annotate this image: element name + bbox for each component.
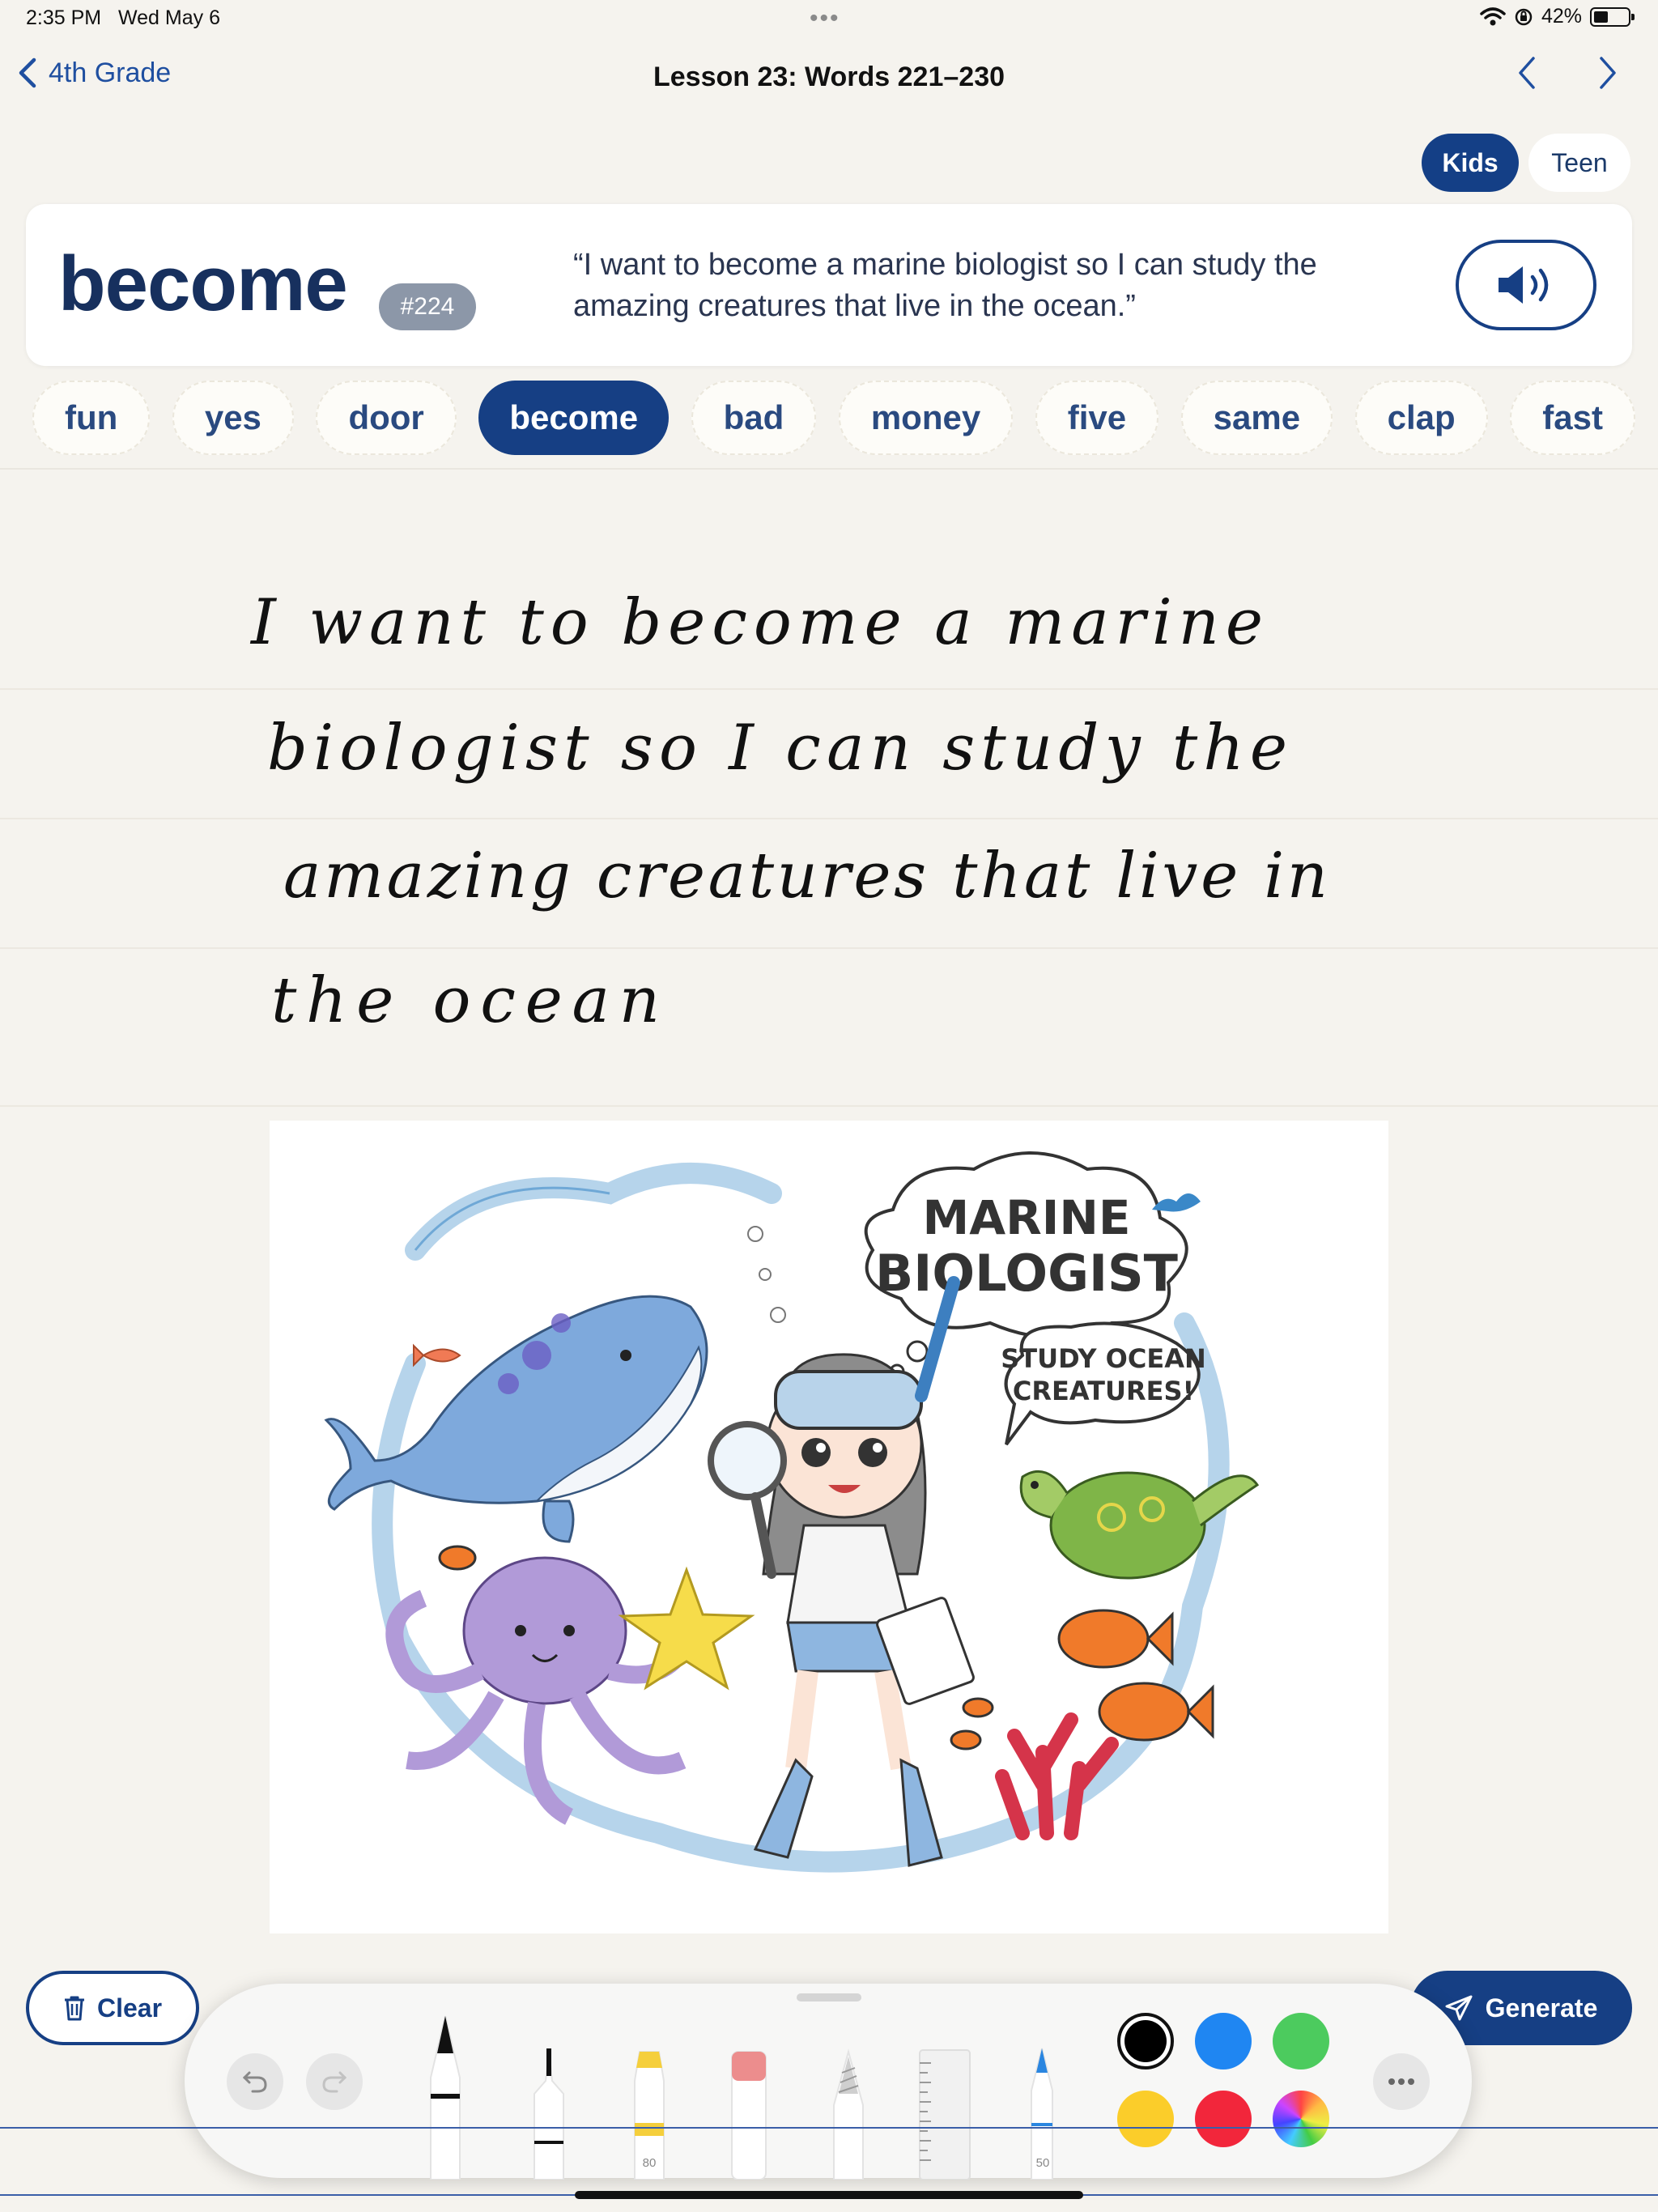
home-indicator[interactable] bbox=[575, 2191, 1083, 2199]
illustration-caption-1: STUDY OCEAN bbox=[1001, 1343, 1206, 1374]
page-title: Lesson 23: Words 221–230 bbox=[653, 62, 1005, 92]
illustration-title-1: MARINE bbox=[922, 1190, 1130, 1245]
handwriting-line: the ocean bbox=[271, 964, 660, 1037]
example-sentence: “I want to become a marine biologist so … bbox=[573, 248, 1317, 323]
color-swatch-green[interactable] bbox=[1273, 2013, 1329, 2069]
word-chip[interactable]: door bbox=[316, 381, 457, 455]
generated-illustration: MARINE BIOLOGIST STUDY OCEAN CREATURES! bbox=[270, 1121, 1388, 1933]
word-chip[interactable]: money bbox=[838, 381, 1014, 455]
palette-drag-handle[interactable] bbox=[797, 1993, 861, 2001]
word-chip[interactable]: clap bbox=[1354, 381, 1488, 455]
illustration-title-2: BIOLOGIST bbox=[875, 1244, 1178, 1303]
ellipsis-icon bbox=[1388, 2078, 1414, 2085]
undo-button[interactable] bbox=[227, 2053, 283, 2110]
status-time: 2:35 PM bbox=[26, 6, 102, 29]
word-chip[interactable]: bad bbox=[691, 381, 817, 455]
ruler-tool[interactable] bbox=[916, 2047, 973, 2180]
generate-label: Generate bbox=[1485, 1993, 1598, 2023]
status-date: Wed May 6 bbox=[118, 6, 220, 29]
bottom-rule bbox=[0, 2127, 1658, 2129]
status-indicators: 42% bbox=[1480, 5, 1635, 28]
orientation-lock-icon bbox=[1515, 8, 1533, 25]
current-word: become bbox=[58, 240, 348, 327]
trash-icon bbox=[64, 1996, 84, 2021]
teen-mode-toggle[interactable]: Teen bbox=[1528, 134, 1630, 192]
color-swatch-yellow[interactable] bbox=[1117, 2091, 1174, 2147]
redo-button[interactable] bbox=[306, 2053, 363, 2110]
previous-lesson-button[interactable] bbox=[1516, 55, 1538, 95]
color-swatch-black[interactable] bbox=[1117, 2013, 1174, 2069]
ruled-line bbox=[0, 1105, 1658, 1107]
word-chip[interactable]: five bbox=[1035, 381, 1159, 455]
word-chip[interactable]: fast bbox=[1510, 381, 1635, 455]
redo-icon bbox=[322, 2071, 347, 2093]
illustration-caption-2: CREATURES! bbox=[1013, 1376, 1194, 1406]
color-picker-wheel[interactable] bbox=[1273, 2091, 1329, 2147]
more-options-button[interactable] bbox=[1373, 2053, 1430, 2110]
handwriting-line: amazing creatures that live in bbox=[283, 840, 1328, 912]
crayon-size: 50 bbox=[1035, 2156, 1050, 2170]
next-lesson-button[interactable] bbox=[1596, 55, 1619, 95]
chevron-right-icon bbox=[1600, 57, 1616, 89]
handwriting-canvas[interactable]: I want to become a marine biologist so I… bbox=[0, 526, 1658, 1093]
speaker-icon bbox=[1499, 266, 1549, 304]
color-swatch-blue[interactable] bbox=[1195, 2013, 1252, 2069]
highlighter-size: 80 bbox=[642, 2156, 657, 2170]
battery-percent: 42% bbox=[1541, 5, 1582, 28]
girl-diver bbox=[708, 1276, 975, 1867]
word-number-badge: #224 bbox=[379, 283, 476, 330]
clear-label: Clear bbox=[96, 1993, 163, 2023]
battery-icon bbox=[1590, 6, 1635, 27]
wifi-icon bbox=[1480, 6, 1506, 25]
multitasking-dots[interactable]: ••• bbox=[810, 5, 840, 32]
fineliner-tool[interactable] bbox=[525, 2045, 573, 2180]
clear-button[interactable]: Clear bbox=[26, 1971, 199, 2045]
word-chip[interactable]: same bbox=[1180, 381, 1333, 455]
play-audio-button[interactable] bbox=[1456, 240, 1596, 330]
pen-tool[interactable] bbox=[421, 2013, 470, 2180]
header-divider bbox=[0, 468, 1658, 470]
kids-mode-toggle[interactable]: Kids bbox=[1422, 134, 1519, 192]
paper-plane-icon bbox=[1445, 1995, 1473, 2021]
undo-icon bbox=[242, 2071, 267, 2093]
handwriting-line: I want to become a marine bbox=[249, 586, 1263, 659]
lasso-tool[interactable] bbox=[824, 2048, 873, 2180]
color-swatch-red[interactable] bbox=[1195, 2091, 1252, 2147]
handwriting-line: biologist so I can study the bbox=[267, 712, 1287, 785]
word-chip[interactable]: become bbox=[478, 381, 670, 455]
word-chip[interactable]: yes bbox=[172, 381, 294, 455]
chevron-left-icon bbox=[1519, 57, 1535, 89]
word-list: fun yes door become bad money five same … bbox=[32, 379, 1635, 457]
word-chip[interactable]: fun bbox=[32, 381, 151, 455]
marine-biologist-drawing: MARINE BIOLOGIST STUDY OCEAN CREATURES! bbox=[324, 1151, 1260, 1873]
eraser-tool[interactable] bbox=[727, 2048, 771, 2180]
